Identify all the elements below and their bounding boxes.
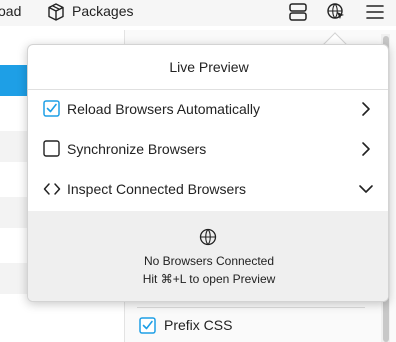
layout-toggle-icon[interactable] bbox=[287, 1, 309, 23]
prefix-css-label: Prefix CSS bbox=[164, 317, 233, 333]
divider bbox=[137, 307, 365, 308]
globe-icon bbox=[199, 228, 217, 246]
checkbox-checked-icon[interactable] bbox=[43, 100, 61, 118]
toolbar-partial-label[interactable]: oad bbox=[0, 3, 21, 19]
chevron-right-icon[interactable] bbox=[358, 141, 374, 157]
packages-button[interactable]: Packages bbox=[72, 3, 133, 19]
menu-item-inspect-browsers[interactable]: Inspect Connected Browsers bbox=[28, 169, 388, 209]
chevron-right-icon[interactable] bbox=[358, 101, 374, 117]
packages-icon[interactable] bbox=[46, 2, 66, 22]
live-preview-popover: Live Preview Reload Browsers Automatical… bbox=[27, 44, 389, 302]
status-hint: Hit ⌘+L to open Preview bbox=[142, 272, 276, 286]
live-preview-icon[interactable] bbox=[325, 1, 347, 23]
top-toolbar: oad Packages bbox=[0, 0, 396, 26]
checkbox-unchecked-icon[interactable] bbox=[43, 140, 61, 158]
menu-item-synchronize-browsers[interactable]: Synchronize Browsers bbox=[28, 129, 388, 169]
prefix-css-option[interactable]: Prefix CSS bbox=[139, 315, 232, 335]
menu-item-label: Inspect Connected Browsers bbox=[67, 181, 246, 197]
popover-title: Live Preview bbox=[169, 59, 249, 75]
menu-item-label: Synchronize Browsers bbox=[67, 141, 207, 157]
list-item-band bbox=[0, 131, 30, 162]
hamburger-menu-icon[interactable] bbox=[364, 1, 386, 23]
list-item-band bbox=[0, 197, 30, 228]
status-message: No Browsers Connected bbox=[143, 254, 275, 268]
checkbox-checked-icon[interactable] bbox=[139, 316, 156, 334]
selected-list-item[interactable] bbox=[0, 65, 30, 96]
menu-item-label: Reload Browsers Automatically bbox=[67, 101, 260, 117]
connection-status-panel: No Browsers Connected Hit ⌘+L to open Pr… bbox=[28, 211, 388, 301]
list-item-band bbox=[0, 263, 30, 294]
code-brackets-icon bbox=[43, 183, 61, 195]
chevron-down-icon[interactable] bbox=[358, 181, 374, 197]
menu-item-reload-browsers[interactable]: Reload Browsers Automatically bbox=[28, 89, 388, 129]
